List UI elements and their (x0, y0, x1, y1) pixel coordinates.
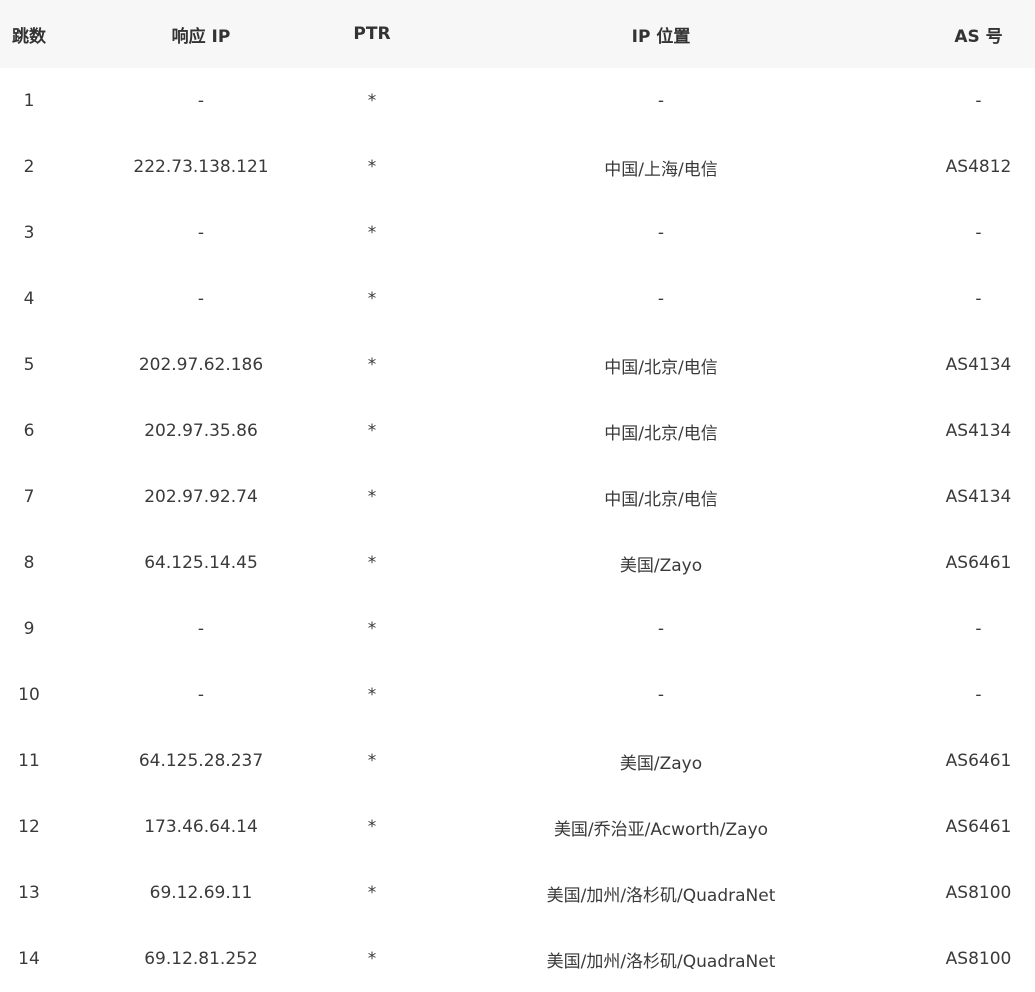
header-hop: 跳数 (12, 26, 46, 47)
cell-ptr: * (367, 223, 377, 243)
cell-hop: 3 (23, 223, 35, 243)
cell-ip: - (197, 685, 205, 705)
cell-location: 美国/加州/洛杉矶/QuadraNet (546, 885, 776, 906)
cell-ip: - (197, 91, 205, 111)
header-location: IP 位置 (631, 26, 691, 47)
cell-as: AS8100 (945, 949, 1012, 969)
cell-hop: 14 (18, 949, 40, 969)
cell-location: - (657, 289, 665, 309)
cell-hop: 2 (23, 157, 35, 177)
cell-ptr: * (367, 91, 377, 111)
cell-location: 中国/北京/电信 (604, 423, 718, 444)
header-row: 跳数 响应 IP PTR IP 位置 AS 号 (0, 0, 1035, 68)
cell-ip: - (197, 619, 205, 639)
table-row: 12 173.46.64.14 * 美国/乔治亚/Acworth/Zayo AS6461 (0, 794, 1035, 860)
cell-as: AS6461 (945, 751, 1012, 771)
cell-location: 美国/Zayo (619, 555, 703, 576)
cell-ptr: * (367, 619, 377, 639)
table-row: 4 - * - - (0, 266, 1035, 332)
cell-as: AS4134 (945, 421, 1012, 441)
cell-ptr: * (367, 421, 377, 441)
table-row: 5 202.97.62.186 * 中国/北京/电信 AS4134 (0, 332, 1035, 398)
cell-location: - (657, 91, 665, 111)
cell-ip: 64.125.28.237 (138, 751, 264, 771)
cell-location: - (657, 223, 665, 243)
cell-ptr: * (367, 883, 377, 903)
cell-ptr: * (367, 157, 377, 177)
cell-ptr: * (367, 751, 377, 771)
cell-location: - (657, 619, 665, 639)
table-row: 13 69.12.69.11 * 美国/加州/洛杉矶/QuadraNet AS8100 (0, 860, 1035, 926)
cell-hop: 9 (23, 619, 35, 639)
cell-ip: 69.12.69.11 (149, 883, 253, 903)
table-row: 6 202.97.35.86 * 中国/北京/电信 AS4134 (0, 398, 1035, 464)
cell-ptr: * (367, 355, 377, 375)
cell-hop: 13 (18, 883, 40, 903)
header-ip: 响应 IP (171, 26, 231, 47)
header-as: AS 号 (954, 26, 1003, 47)
table-header: 跳数 响应 IP PTR IP 位置 AS 号 (0, 0, 1035, 68)
table-row: 10 - * - - (0, 662, 1035, 728)
cell-location: 美国/Zayo (619, 753, 703, 774)
cell-as: - (975, 685, 982, 705)
cell-location: 中国/上海/电信 (604, 159, 718, 180)
cell-hop: 7 (23, 487, 35, 507)
cell-ip: - (197, 223, 205, 243)
cell-location: - (657, 685, 665, 705)
cell-ip: 69.12.81.252 (144, 949, 258, 969)
cell-as: AS4812 (945, 157, 1012, 177)
cell-ptr: * (367, 817, 377, 837)
cell-ip: - (197, 289, 205, 309)
cell-as: AS6461 (945, 817, 1012, 837)
cell-ptr: * (367, 553, 377, 573)
cell-ptr: * (367, 289, 377, 309)
cell-ip: 64.125.14.45 (144, 553, 258, 573)
cell-as: AS8100 (945, 883, 1012, 903)
cell-location: 美国/加州/洛杉矶/QuadraNet (546, 951, 776, 972)
table-row: 3 - * - - (0, 200, 1035, 266)
cell-hop: 5 (23, 355, 35, 375)
table-row: 14 69.12.81.252 * 美国/加州/洛杉矶/QuadraNet AS8100 (0, 926, 1035, 992)
cell-hop: 4 (23, 289, 35, 309)
cell-hop: 11 (18, 751, 40, 771)
cell-location: 美国/乔治亚/Acworth/Zayo (553, 819, 769, 840)
cell-hop: 6 (23, 421, 35, 441)
cell-ip: 173.46.64.14 (144, 817, 258, 837)
cell-location: 中国/北京/电信 (604, 357, 718, 378)
cell-hop: 10 (18, 685, 40, 705)
cell-ptr: * (367, 487, 377, 507)
cell-as: AS4134 (945, 355, 1012, 375)
cell-as: - (975, 223, 982, 243)
cell-as: AS4134 (945, 487, 1012, 507)
traceroute-table: 跳数 响应 IP PTR IP 位置 AS 号 1 - * - - 2 222.73.13… (0, 0, 1035, 992)
cell-location: 中国/北京/电信 (604, 489, 718, 510)
table-row: 7 202.97.92.74 * 中国/北京/电信 AS4134 (0, 464, 1035, 530)
cell-hop: 12 (18, 817, 40, 837)
table-row: 1 - * - - (0, 68, 1035, 134)
cell-as: - (975, 289, 982, 309)
cell-ip: 202.97.35.86 (144, 421, 258, 441)
cell-ip: 202.97.62.186 (138, 355, 264, 375)
cell-ptr: * (367, 949, 377, 969)
header-ptr: PTR (353, 24, 391, 44)
cell-as: - (975, 619, 982, 639)
cell-as: - (975, 91, 982, 111)
table-body: 1 - * - - 2 222.73.138.121 * 中国/上海/电信 AS4812 3 - *… (0, 68, 1035, 992)
cell-ptr: * (367, 685, 377, 705)
table-row: 9 - * - - (0, 596, 1035, 662)
table-row: 2 222.73.138.121 * 中国/上海/电信 AS4812 (0, 134, 1035, 200)
cell-hop: 8 (23, 553, 35, 573)
table-row: 11 64.125.28.237 * 美国/Zayo AS6461 (0, 728, 1035, 794)
cell-ip: 202.97.92.74 (144, 487, 258, 507)
table-row: 8 64.125.14.45 * 美国/Zayo AS6461 (0, 530, 1035, 596)
cell-hop: 1 (23, 91, 35, 111)
cell-as: AS6461 (945, 553, 1012, 573)
cell-ip: 222.73.138.121 (133, 157, 269, 177)
